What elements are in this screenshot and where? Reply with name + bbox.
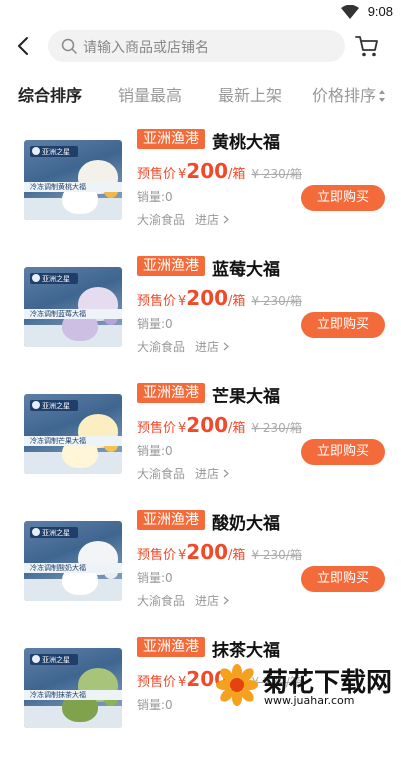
original-price: ¥ 230/箱 [251,548,302,562]
price-row: 预售价¥200/箱¥ 230/箱 [137,286,302,310]
store-name: 大渝食品 [137,340,186,354]
thumb-brand-text: 亚洲之星 [42,529,70,537]
thumb-label: 冷冻调制抹茶大福 [30,691,86,699]
price-unit: /箱 [228,421,246,436]
watermark: 菊花下载网 www.juahar.com [216,662,396,708]
status-time: 9:08 [367,4,393,19]
thumb-label: 冷冻调制黄桃大福 [30,183,86,191]
shop-tag: 亚洲渔港 [137,637,205,657]
product-image[interactable]: 亚洲之星 冷冻调制蓝莓大福 [24,267,122,347]
product-title[interactable]: 黄桃大福 [212,128,280,153]
wifi-icon [341,5,359,19]
price-value: 200 [186,286,229,310]
product-item[interactable]: 亚洲之星 冷冻调制酸奶大福 亚洲渔港 酸奶大福 预售价 ¥200/箱 ¥ 230/箱… [0,503,401,630]
price-unit: /箱 [228,548,246,563]
price-value: 200 [186,540,229,564]
thumb-brand-logo [32,528,40,536]
product-title[interactable]: 蓝莓大福 [212,255,280,280]
thumb-label: 冷冻调制芒果大福 [30,437,86,445]
product-image[interactable]: 亚洲之星 冷冻调制抹茶大福 [24,648,122,728]
product-title[interactable]: 酸奶大福 [212,509,280,534]
price-row: 预售价¥200/箱¥ 230/箱 [137,413,302,437]
chevron-right-icon [223,596,229,605]
sales-count: 销量:0 [137,698,173,712]
store-link[interactable]: 大渝食品 进店 [137,592,229,609]
product-image[interactable]: 亚洲之星 冷冻调制酸奶大福 [24,521,122,601]
enter-store-label: 进店 [195,213,220,227]
store-name: 大渝食品 [137,594,186,608]
tab-sales[interactable]: 销量最高 [118,82,182,106]
chrysanthemum-logo-icon [216,664,258,706]
buy-now-button[interactable]: 立即购买 [301,566,385,592]
store-link[interactable]: 大渝食品 进店 [137,211,229,228]
shop-tag: 亚洲渔港 [137,129,205,149]
sales-count: 销量:0 [137,317,173,331]
product-image[interactable]: 亚洲之星 冷冻调制芒果大福 [24,394,122,474]
watermark-url: www.juahar.com [264,694,355,707]
original-price: ¥ 230/箱 [251,167,302,181]
thumb-brand-text: 亚洲之星 [42,656,70,664]
search-input[interactable]: 请输入商品或店铺名 [48,30,345,62]
thumb-label: 冷冻调制酸奶大福 [30,564,86,572]
shop-tag: 亚洲渔港 [137,383,205,403]
thumb-brand-logo [32,274,40,282]
product-image[interactable]: 亚洲之星 冷冻调制黄桃大福 [24,140,122,220]
store-link[interactable]: 大渝食品 进店 [137,338,229,355]
thumb-brand-text: 亚洲之星 [42,402,70,410]
buy-now-button[interactable]: 立即购买 [301,312,385,338]
tab-price[interactable]: 价格排序 [312,82,386,106]
price-label: 预售价 [137,675,177,690]
price-unit: /箱 [228,294,246,309]
enter-store-label: 进店 [195,340,220,354]
store-name: 大渝食品 [137,213,186,227]
buy-now-button[interactable]: 立即购买 [301,185,385,211]
chevron-right-icon [223,469,229,478]
store-name: 大渝食品 [137,467,186,481]
thumb-brand-text: 亚洲之星 [42,148,70,156]
sales-count: 销量:0 [137,190,173,204]
shop-tag: 亚洲渔港 [137,256,205,276]
search-placeholder: 请输入商品或店铺名 [83,40,209,56]
sales-count: 销量:0 [137,571,173,585]
price-label: 预售价 [137,421,177,436]
shopping-cart-icon[interactable] [354,33,380,59]
original-price: ¥ 230/箱 [251,294,302,308]
chevron-right-icon [223,215,229,224]
price-unit: /箱 [228,167,246,182]
thumb-brand-logo [32,655,40,663]
price-label: 预售价 [137,548,177,563]
product-item[interactable]: 亚洲之星 冷冻调制黄桃大福 亚洲渔港 黄桃大福 预售价 ¥200/箱 ¥ 230/箱… [0,122,401,249]
price-label: 预售价 [137,167,177,182]
price-value: 200 [186,413,229,437]
enter-store-label: 进店 [195,594,220,608]
product-item[interactable]: 亚洲之星 冷冻调制蓝莓大福 亚洲渔港 蓝莓大福 预售价 ¥200/箱 ¥ 230/箱… [0,249,401,376]
search-icon [61,38,77,54]
tab-price-label: 价格排序 [312,86,377,105]
sort-arrows-icon [379,90,386,102]
price-label: 预售价 [137,294,177,309]
enter-store-label: 进店 [195,467,220,481]
shop-tag: 亚洲渔港 [137,510,205,530]
tab-comprehensive[interactable]: 综合排序 [18,82,82,106]
thumb-brand-text: 亚洲之星 [42,275,70,283]
product-title[interactable]: 芒果大福 [212,382,280,407]
status-bar: 9:08 [0,0,401,26]
sort-tabs: 综合排序 销量最高 最新上架 价格排序 [0,82,401,106]
buy-now-button[interactable]: 立即购买 [301,439,385,465]
product-item[interactable]: 亚洲之星 冷冻调制芒果大福 亚洲渔港 芒果大福 预售价 ¥200/箱 ¥ 230/箱… [0,376,401,503]
back-arrow-icon[interactable] [12,34,36,58]
header: 请输入商品或店铺名 [0,28,401,64]
original-price: ¥ 230/箱 [251,421,302,435]
tab-newest[interactable]: 最新上架 [218,82,282,106]
price-row: 预售价¥200/箱¥ 230/箱 [137,159,302,183]
price-value: 200 [186,159,229,183]
thumb-label: 冷冻调制蓝莓大福 [30,310,86,318]
thumb-brand-logo [32,401,40,409]
sales-count: 销量:0 [137,444,173,458]
price-row: 预售价¥200/箱¥ 230/箱 [137,540,302,564]
thumb-brand-logo [32,147,40,155]
chevron-right-icon [223,342,229,351]
store-link[interactable]: 大渝食品 进店 [137,465,229,482]
product-title[interactable]: 抹茶大福 [212,636,280,661]
